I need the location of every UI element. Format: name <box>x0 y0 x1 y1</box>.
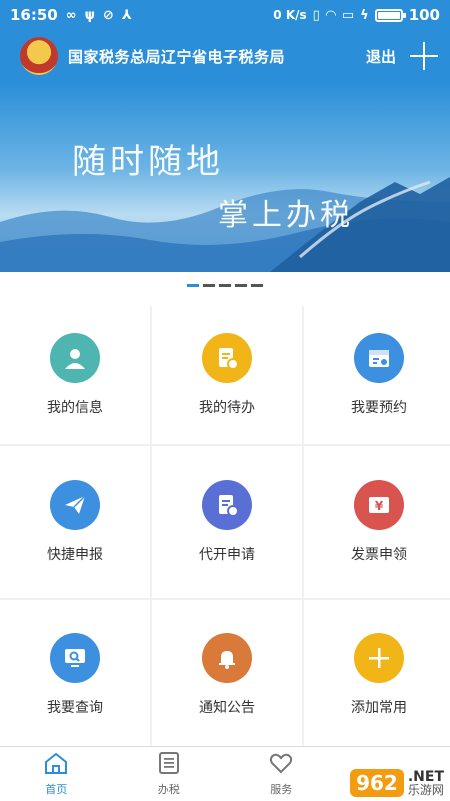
watermark-net: .NET <box>407 769 444 785</box>
invoice-yen-icon: ¥ <box>354 480 404 530</box>
network-speed: 0 K/s <box>273 8 307 22</box>
status-time: 16:50 <box>10 6 58 24</box>
grid-item-label: 我要查询 <box>47 700 103 716</box>
grid-item-4[interactable]: 快捷申报 <box>0 446 150 598</box>
pager-dot[interactable] <box>203 284 215 287</box>
sim-icon: ▭ <box>341 7 355 23</box>
site-watermark: 962 .NET 乐游网 <box>350 769 444 797</box>
wifi-icon: ◠ <box>325 7 336 23</box>
search-monitor-icon <box>50 633 100 683</box>
add-icon[interactable] <box>410 42 438 70</box>
grid-item-5[interactable]: 代开申请 <box>152 446 302 598</box>
grid-item-1[interactable]: 我的信息 <box>0 306 150 444</box>
document-edit-icon <box>202 480 252 530</box>
svg-text:¥: ¥ <box>375 499 384 513</box>
tab-label: 首页 <box>45 783 68 796</box>
watermark-cn: 乐游网 <box>407 783 444 797</box>
home-icon <box>43 751 69 779</box>
battery-level: 100 <box>408 6 440 24</box>
usb-icon: ψ <box>84 7 95 23</box>
banner-slogan-1: 随时随地 <box>72 142 224 182</box>
pager-dot[interactable] <box>187 284 199 287</box>
mountain-illustration <box>0 177 450 272</box>
person-icon <box>50 333 100 383</box>
grid-item-3[interactable]: 我要预约 <box>304 306 450 444</box>
infinity-icon: ∞ <box>65 7 77 23</box>
tab-2[interactable]: 办税 <box>113 747 226 801</box>
tab-label: 办税 <box>157 783 180 796</box>
grid-item-6[interactable]: ¥ 发票申领 <box>304 446 450 598</box>
watermark-badge: 962 <box>350 769 404 797</box>
function-grid: 我的信息 我的待办 我要预约快捷申报 代开申请 ¥ 发票申领我要查询 通知公告 添加常用 <box>0 306 450 750</box>
grid-item-label: 快捷申报 <box>47 547 103 563</box>
grid-item-9[interactable]: 添加常用 <box>304 600 450 750</box>
banner-pager <box>0 284 450 294</box>
pager-dot[interactable] <box>235 284 247 287</box>
grid-item-label: 我的信息 <box>47 400 103 416</box>
tab-3[interactable]: 服务 <box>225 747 338 801</box>
grid-item-7[interactable]: 我要查询 <box>0 600 150 750</box>
grid-item-label: 我要预约 <box>351 400 407 416</box>
battery-icon <box>374 8 406 22</box>
share-icon: ⅄ <box>121 7 132 23</box>
app-header: 国家税务总局辽宁省电子税务局 退出 <box>0 30 450 82</box>
tab-label: 服务 <box>270 783 293 796</box>
calendar-icon <box>354 333 404 383</box>
grid-item-label: 通知公告 <box>199 700 255 716</box>
grid-item-2[interactable]: 我的待办 <box>152 306 302 444</box>
grid-item-label: 我的待办 <box>199 400 255 416</box>
vibrate-icon: ▯ <box>312 7 320 23</box>
check-circle-icon: ⊘ <box>102 7 114 23</box>
header-title: 国家税务总局辽宁省电子税务局 <box>68 47 286 66</box>
grid-item-label: 添加常用 <box>351 700 407 716</box>
status-bar: 16:50 ∞ ψ ⊘ ⅄ 0 K/s ▯ ◠ ▭ ϟ 100 <box>0 0 450 30</box>
bell-icon <box>202 633 252 683</box>
banner[interactable]: 随时随地 掌上办税 <box>0 82 450 272</box>
plus-icon <box>354 633 404 683</box>
paper-plane-icon <box>50 480 100 530</box>
banner-slogan-2: 掌上办税 <box>218 198 354 233</box>
pager-dot[interactable] <box>251 284 263 287</box>
grid-item-label: 代开申请 <box>199 547 255 563</box>
tab-1[interactable]: 首页 <box>0 747 113 801</box>
pager-dot[interactable] <box>219 284 231 287</box>
grid-item-label: 发票申领 <box>351 547 407 563</box>
tax-emblem-icon <box>20 37 58 75</box>
logout-button[interactable]: 退出 <box>366 46 396 67</box>
grid-item-8[interactable]: 通知公告 <box>152 600 302 750</box>
list-icon <box>156 751 182 779</box>
heart-icon <box>268 751 294 779</box>
todo-icon <box>202 333 252 383</box>
charging-icon: ϟ <box>360 7 369 23</box>
